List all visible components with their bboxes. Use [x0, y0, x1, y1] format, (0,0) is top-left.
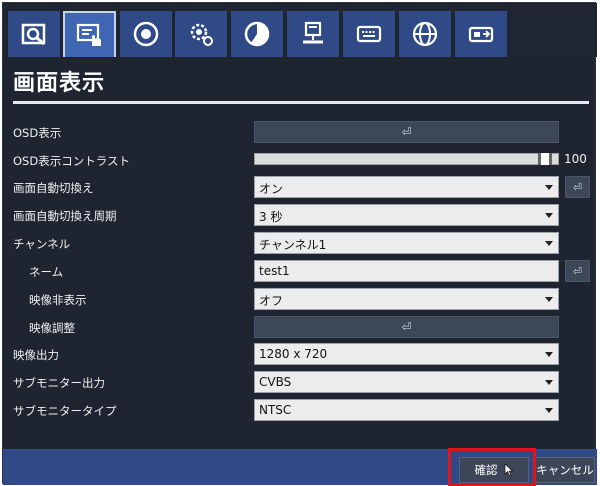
display-settings-window: 画面表示 OSD表示 ⏎ OSD表示コントラスト 100 画面自動切換え オン …: [2, 2, 597, 485]
setting-video-output: 映像出力 1280 x 720: [3, 343, 597, 367]
sub-monitor-type-value: NTSC: [259, 403, 292, 417]
enter-icon: ⏎: [401, 125, 412, 139]
pie-chart-icon: [244, 21, 270, 47]
tab-record[interactable]: [120, 11, 173, 57]
dropdown-arrow-icon: [545, 213, 553, 218]
dropdown-arrow-icon: [545, 241, 553, 246]
display-hand-icon: [76, 23, 101, 46]
enter-icon: ⏎: [572, 264, 583, 278]
video-output-select[interactable]: 1280 x 720: [254, 343, 559, 365]
camera-search-icon: [21, 23, 46, 46]
switch-interval-value: 3 秒: [259, 210, 283, 224]
osd-contrast-slider[interactable]: [254, 153, 559, 165]
cancel-button-label: キャンセル: [536, 463, 594, 477]
dropdown-arrow-icon: [545, 352, 553, 357]
setting-switch-interval: 画面自動切換え周期 3 秒: [3, 204, 597, 228]
auto-switch-select[interactable]: オン: [254, 176, 559, 198]
network-computer-icon: [303, 21, 323, 44]
video-adjust-label: 映像調整: [29, 321, 75, 335]
keyboard-icon: [356, 25, 382, 43]
dropdown-arrow-icon: [545, 185, 553, 190]
setting-osd-display: OSD表示 ⏎: [3, 121, 597, 145]
setting-video-adjust: 映像調整 ⏎: [3, 316, 597, 340]
dropdown-arrow-icon: [545, 408, 553, 413]
channel-label: チャンネル: [13, 237, 71, 251]
cancel-button[interactable]: キャンセル: [535, 457, 595, 483]
dropdown-arrow-icon: [545, 380, 553, 385]
video-output-value: 1280 x 720: [259, 347, 328, 361]
osd-contrast-value: 100: [564, 152, 587, 166]
name-value: test1: [259, 264, 290, 278]
slider-handle[interactable]: [538, 153, 552, 165]
auto-switch-detail-button[interactable]: ⏎: [565, 176, 590, 198]
setting-sub-monitor-type: サブモニタータイプ NTSC: [3, 399, 597, 423]
channel-value: チャンネル1: [259, 238, 327, 252]
tab-network[interactable]: [287, 11, 340, 57]
video-output-label: 映像出力: [13, 348, 59, 362]
camera-link-icon: [468, 26, 494, 43]
tab-bar: [3, 3, 597, 57]
video-hide-select[interactable]: オフ: [254, 288, 559, 310]
sub-monitor-output-select[interactable]: CVBS: [254, 371, 559, 393]
sub-monitor-output-label: サブモニター出力: [13, 376, 105, 390]
enter-icon: ⏎: [401, 320, 412, 334]
tab-camera-search[interactable]: [8, 11, 61, 57]
setting-osd-contrast: OSD表示コントラスト 100: [3, 149, 597, 173]
video-adjust-button[interactable]: ⏎: [254, 316, 559, 338]
tab-settings[interactable]: [175, 11, 228, 57]
name-label: ネーム: [29, 265, 64, 279]
dropdown-arrow-icon: [545, 297, 553, 302]
switch-interval-label: 画面自動切換え周期: [13, 209, 117, 223]
tab-camera-link[interactable]: [455, 11, 508, 57]
tab-keyboard[interactable]: [343, 11, 396, 57]
setting-sub-monitor-output: サブモニター出力 CVBS: [3, 371, 597, 395]
switch-interval-select[interactable]: 3 秒: [254, 204, 559, 226]
osd-contrast-label: OSD表示コントラスト: [13, 154, 130, 168]
title-divider: [13, 101, 589, 104]
osd-display-label: OSD表示: [13, 126, 62, 140]
tab-internet[interactable]: [399, 11, 452, 57]
gear-icon: [190, 23, 213, 46]
tab-display[interactable]: [63, 11, 116, 57]
setting-channel: チャンネル チャンネル1: [3, 232, 597, 256]
auto-switch-label: 画面自動切換え: [13, 181, 94, 195]
auto-switch-value: オン: [259, 182, 284, 196]
ok-button-highlight: [448, 448, 536, 486]
globe-icon: [412, 21, 438, 47]
name-edit-button[interactable]: ⏎: [565, 260, 590, 282]
video-hide-label: 映像非表示: [29, 293, 87, 307]
channel-select[interactable]: チャンネル1: [254, 232, 559, 254]
record-icon: [133, 21, 159, 47]
page-title: 画面表示: [13, 71, 106, 96]
setting-video-hide: 映像非表示 オフ: [3, 288, 597, 312]
enter-icon: ⏎: [572, 180, 583, 194]
sub-monitor-type-label: サブモニタータイプ: [13, 404, 117, 418]
tab-statistics[interactable]: [231, 11, 284, 57]
setting-name: ネーム test1 ⏎: [3, 260, 597, 284]
name-field[interactable]: test1: [254, 260, 559, 282]
video-hide-value: オフ: [259, 294, 284, 308]
sub-monitor-output-value: CVBS: [259, 375, 292, 389]
osd-display-button[interactable]: ⏎: [254, 121, 559, 143]
sub-monitor-type-select[interactable]: NTSC: [254, 399, 559, 421]
setting-auto-switch: 画面自動切換え オン ⏎: [3, 176, 597, 200]
